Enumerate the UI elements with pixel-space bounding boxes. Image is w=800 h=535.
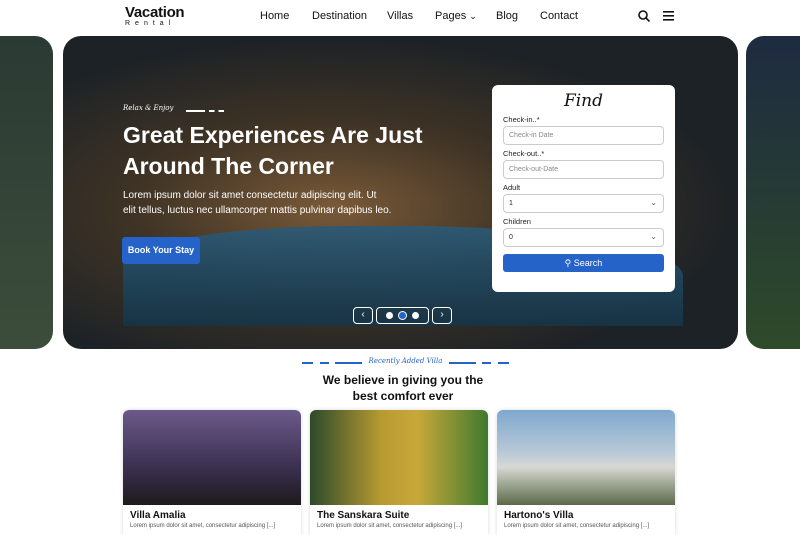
- kicker-line-left: [302, 362, 362, 364]
- hero-text-line2: elit tellus, luctus nec ullamcorper matt…: [123, 205, 392, 216]
- hero-tagline: Relax & Enjoy: [123, 104, 174, 112]
- villa-card[interactable]: The Sanskara Suite Lorem ipsum dolor sit…: [310, 410, 488, 535]
- children-select[interactable]: 0 ⌄: [503, 228, 664, 247]
- checkout-input[interactable]: Check-out-Date: [503, 160, 664, 179]
- nav-villas[interactable]: Villas: [387, 10, 413, 22]
- logo[interactable]: Vacation Rental: [125, 4, 185, 27]
- villa-description: Lorem ipsum dolor sit amet, consectetur …: [317, 523, 463, 529]
- navbar: Vacation Rental Home Destination Villas …: [0, 0, 800, 36]
- hero-text: Lorem ipsum dolor sit amet consectetur a…: [123, 188, 391, 218]
- search-button[interactable]: ⚲ Search: [503, 254, 664, 272]
- hero-title-line1: Great Experiences Are Just: [123, 122, 423, 148]
- logo-title: Vacation: [125, 4, 185, 21]
- villa-card[interactable]: Hartono's Villa Lorem ipsum dolor sit am…: [497, 410, 675, 535]
- villa-title[interactable]: Villa Amalia: [123, 505, 301, 523]
- slide-dot-3[interactable]: [412, 312, 419, 319]
- find-title: Find: [563, 91, 604, 111]
- next-slide-button[interactable]: ›: [432, 307, 452, 324]
- find-form: Find Check-in..* Check-in Date Check-out…: [492, 85, 675, 292]
- section-heading-line1: We believe in giving you the: [322, 373, 484, 387]
- villa-image: [310, 410, 488, 505]
- villa-card[interactable]: Villa Amalia Lorem ipsum dolor sit amet,…: [123, 410, 301, 535]
- next-slide-preview: [746, 36, 800, 349]
- section-kicker: Recently Added Villa: [368, 357, 443, 365]
- villa-description: Lorem ipsum dolor sit amet, consectetur …: [130, 523, 276, 529]
- checkout-label: Check-out..*: [503, 149, 545, 158]
- prev-slide-button[interactable]: ‹: [353, 307, 373, 324]
- slide-dot-2-active[interactable]: [398, 311, 407, 320]
- logo-subtitle: Rental: [125, 20, 176, 27]
- section-heading: We believe in giving you the best comfor…: [250, 372, 556, 404]
- nav-home[interactable]: Home: [260, 10, 289, 22]
- nav-blog[interactable]: Blog: [496, 10, 518, 22]
- nav-pages[interactable]: Pages ⌄: [435, 10, 477, 22]
- hero-title: Great Experiences Are Just Around The Co…: [123, 120, 423, 182]
- chevron-down-icon: ⌄: [650, 198, 657, 207]
- chevron-down-icon: ⌄: [469, 11, 477, 21]
- book-your-stay-button[interactable]: Book Your Stay: [122, 237, 200, 264]
- villa-title[interactable]: The Sanskara Suite: [310, 505, 488, 523]
- nav-pages-label: Pages: [435, 10, 467, 22]
- tagline-divider: [186, 110, 224, 112]
- section-heading-line2: best comfort ever: [352, 389, 454, 403]
- nav-destination[interactable]: Destination: [312, 10, 367, 22]
- adult-label: Adult: [503, 183, 521, 192]
- kicker-line-right: [449, 362, 509, 364]
- checkin-input[interactable]: Check-in Date: [503, 126, 664, 145]
- nav-contact[interactable]: Contact: [540, 10, 578, 22]
- children-value: 0: [509, 234, 513, 241]
- checkin-label: Check-in..*: [503, 115, 540, 124]
- search-icon: ⚲: [564, 258, 572, 268]
- menu-icon[interactable]: [663, 11, 674, 21]
- adult-select[interactable]: 1 ⌄: [503, 194, 664, 213]
- prev-slide-preview: [0, 36, 53, 349]
- adult-value: 1: [509, 200, 513, 207]
- hero-text-line1: Lorem ipsum dolor sit amet consectetur a…: [123, 190, 377, 201]
- villa-description: Lorem ipsum dolor sit amet, consectetur …: [504, 523, 650, 529]
- children-label: Children: [503, 217, 531, 226]
- villa-title[interactable]: Hartono's Villa: [497, 505, 675, 523]
- search-button-label: Search: [573, 258, 603, 268]
- slide-dot-1[interactable]: [386, 312, 393, 319]
- villa-image: [497, 410, 675, 505]
- search-icon[interactable]: [638, 10, 650, 22]
- hero-title-line2: Around The Corner: [123, 153, 334, 179]
- villa-image: [123, 410, 301, 505]
- chevron-down-icon: ⌄: [650, 232, 657, 241]
- slide-dots: [376, 307, 429, 324]
